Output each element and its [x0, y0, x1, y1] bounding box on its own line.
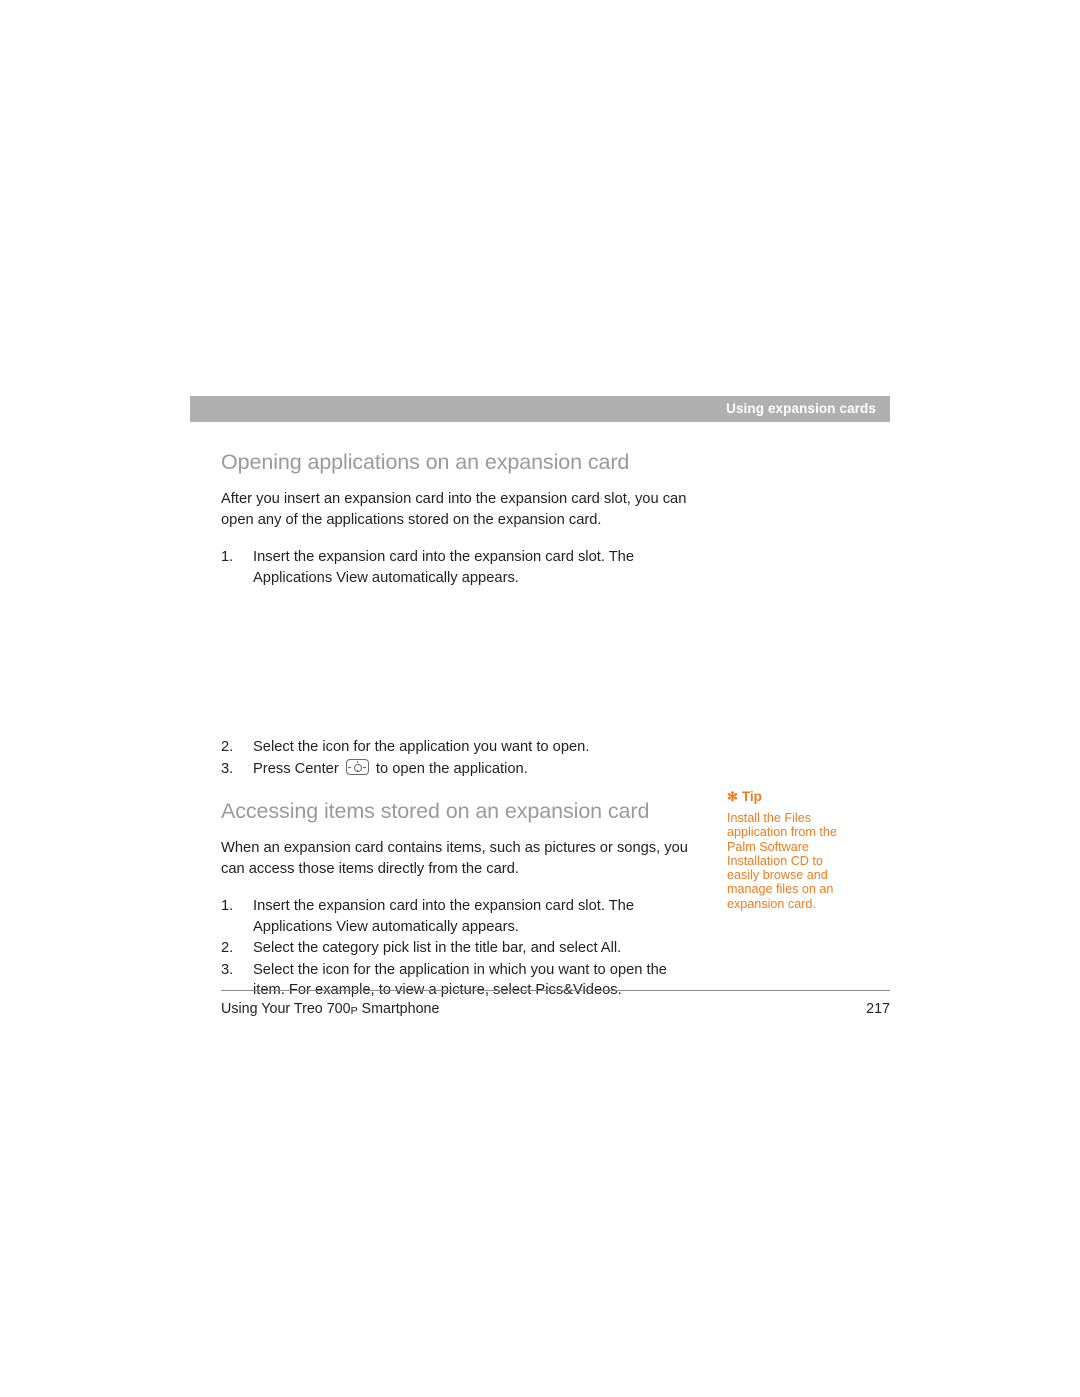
- list-item: 3. Select the icon for the application i…: [221, 960, 701, 1001]
- step-number: 3.: [221, 760, 234, 777]
- section-title-accessing-items: Accessing items stored on an expansion c…: [221, 799, 650, 823]
- page-content: Opening applications on an expansion car…: [221, 450, 701, 1002]
- footer-title-sub: P: [350, 1005, 358, 1017]
- step-number: 1.: [221, 549, 234, 565]
- running-header-text: Using expansion cards: [726, 401, 876, 416]
- footer-book-title: Using Your Treo 700P Smartphone: [221, 1001, 439, 1017]
- step-number: 1.: [221, 898, 234, 914]
- step-text: Select the category pick list in the tit…: [253, 940, 622, 956]
- footer-title-main: Using Your Treo 700: [221, 1001, 351, 1017]
- list-item: 1. Insert the expansion card into the ex…: [221, 547, 701, 588]
- tip-body-text: Install the Files application from the P…: [727, 811, 837, 911]
- tip-callout: ✻ Tip Install the Files application from …: [727, 789, 857, 911]
- list-item: 1. Insert the expansion card into the ex…: [221, 896, 701, 937]
- tip-star-icon: ✻: [727, 789, 738, 804]
- section-intro-opening-applications: After you insert an expansion card into …: [221, 491, 687, 528]
- footer-title-tail: Smartphone: [357, 1001, 440, 1017]
- tip-label: Tip: [741, 789, 762, 804]
- section-title-opening-applications: Opening applications on an expansion car…: [221, 450, 630, 474]
- step-number: 3.: [221, 961, 234, 978]
- tip-heading: ✻ Tip: [727, 789, 857, 805]
- list-item: 3. Press Center to open the application.: [221, 758, 701, 780]
- list-item: 2. Select the icon for the application y…: [221, 737, 701, 758]
- figure-placeholder-area: [221, 589, 701, 737]
- step-text: Insert the expansion card into the expan…: [253, 549, 635, 586]
- center-key-icon: [345, 758, 369, 775]
- running-header-bar: Using expansion cards: [190, 396, 890, 422]
- step-text: Select the icon for the application in w…: [253, 961, 667, 999]
- step-text: Insert the expansion card into the expan…: [253, 898, 635, 935]
- step-text: Select the icon for the application you …: [253, 739, 590, 755]
- page-number: 217: [866, 1001, 890, 1017]
- document-page: Using expansion cards Opening applicatio…: [0, 0, 1080, 1397]
- steps-list-opening-before-gap: 1. Insert the expansion card into the ex…: [221, 547, 701, 588]
- step-number: 2.: [221, 739, 234, 755]
- section-intro-accessing-items: When an expansion card contains items, s…: [221, 840, 688, 877]
- step-text-after-icon: to open the application.: [375, 760, 528, 777]
- steps-list-opening-after-gap: 2. Select the icon for the application y…: [221, 737, 701, 779]
- footer-divider: [221, 990, 890, 991]
- step-text-before-icon: Press Center: [253, 760, 339, 777]
- steps-list-accessing-items: 1. Insert the expansion card into the ex…: [221, 896, 701, 1001]
- step-number: 2.: [221, 940, 234, 956]
- list-item: 2. Select the category pick list in the …: [221, 938, 701, 959]
